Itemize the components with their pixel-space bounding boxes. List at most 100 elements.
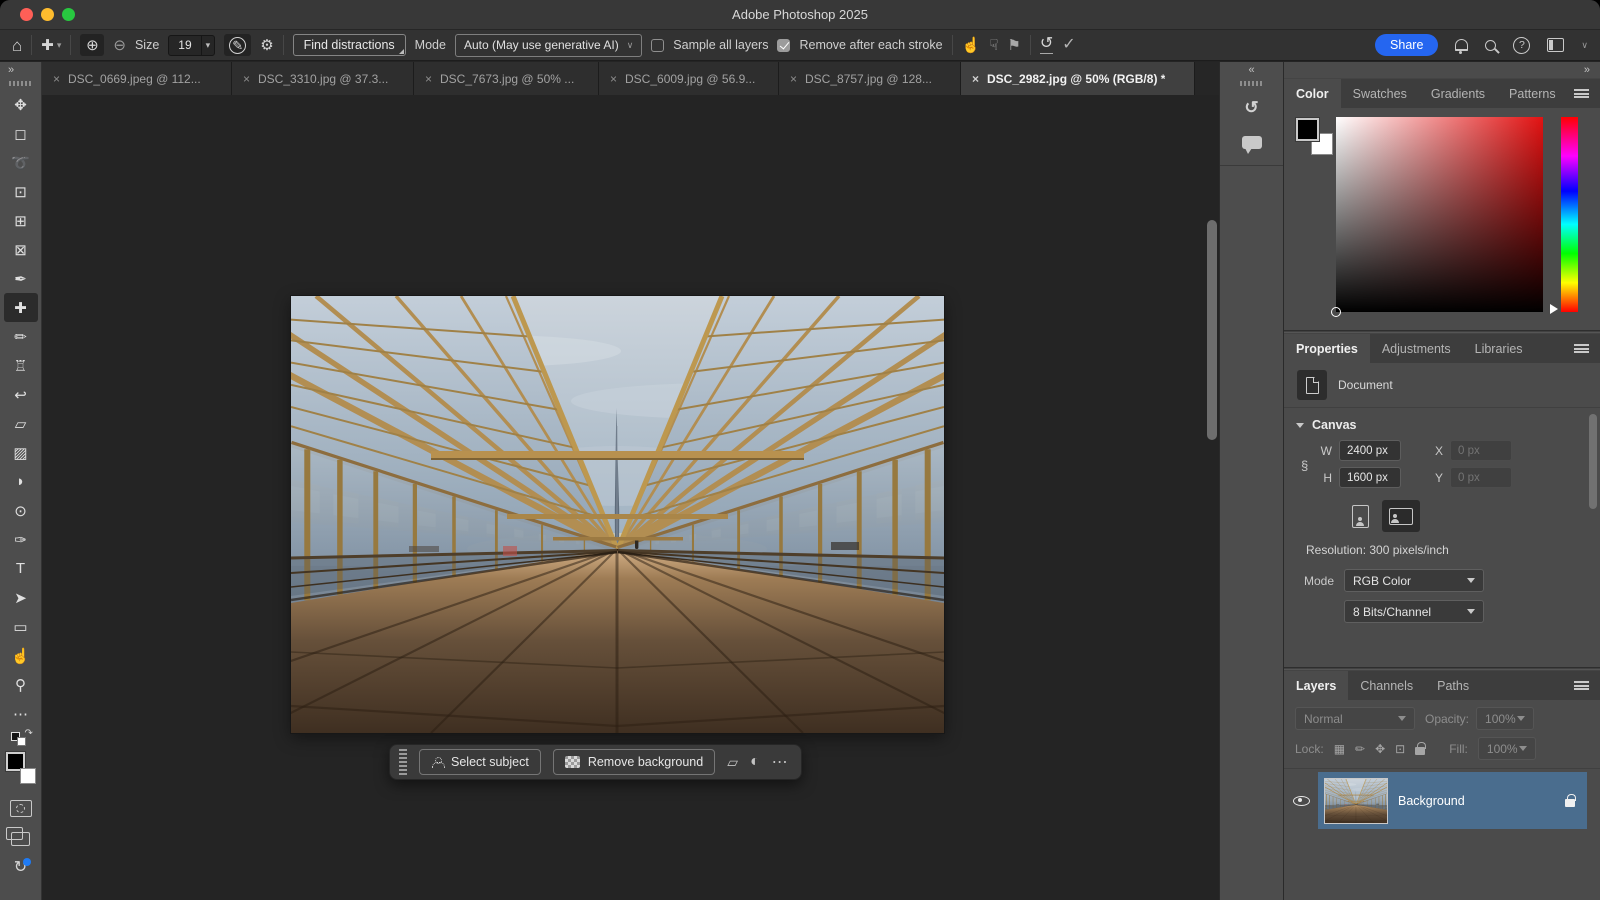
commit-check-icon[interactable]: ✓ — [1062, 37, 1075, 53]
tab-close-icon[interactable]: × — [790, 72, 797, 86]
eraser-tool[interactable]: ▱ — [4, 409, 38, 438]
expand-panels-button[interactable]: » — [1284, 62, 1600, 78]
document-tab[interactable]: ×DSC_6009.jpg @ 56.9... — [599, 62, 779, 95]
thumbs-down-icon[interactable]: ☟ — [989, 38, 998, 53]
panel-menu-button[interactable] — [1574, 671, 1600, 700]
canvas-vertical-scrollbar[interactable] — [1207, 220, 1217, 440]
chevron-down-icon[interactable]: ∨ — [1581, 40, 1588, 51]
transform-icon[interactable]: ▱ — [727, 754, 738, 771]
home-icon[interactable]: ⌂ — [12, 37, 22, 54]
reset-icon[interactable]: ↺ — [1040, 36, 1053, 54]
flag-icon[interactable]: ⚑ — [1007, 38, 1020, 53]
tab-close-icon[interactable]: × — [972, 72, 979, 86]
lock-position-icon[interactable]: ✥ — [1375, 743, 1385, 755]
document-tab[interactable]: ×DSC_3310.jpg @ 37.3... — [232, 62, 414, 95]
help-icon[interactable]: ? — [1513, 37, 1530, 54]
rail-grip[interactable] — [1240, 81, 1264, 86]
object-selection-tool[interactable]: ⊡ — [4, 177, 38, 206]
frame-tool[interactable]: ⊠ — [4, 235, 38, 264]
layer-thumbnail[interactable] — [1325, 779, 1387, 823]
panel-menu-button[interactable] — [1574, 79, 1600, 108]
hue-slider-cursor[interactable] — [1550, 304, 1558, 314]
properties-tab-libraries[interactable]: Libraries — [1463, 334, 1535, 363]
adjustment-contrast-icon[interactable]: ◐ — [750, 753, 760, 771]
more-tools[interactable]: ⋯ — [4, 699, 38, 728]
workspace-panel-icon[interactable] — [1547, 38, 1564, 52]
sample-all-layers-checkbox[interactable] — [651, 39, 664, 52]
color-field-cursor[interactable] — [1331, 307, 1341, 317]
clone-stamp-tool[interactable]: ♖ — [4, 351, 38, 380]
link-dimensions-icon[interactable]: § — [1301, 458, 1308, 473]
mini-color-swatches[interactable]: ↷ — [11, 732, 31, 746]
zoom-window-button[interactable] — [62, 8, 75, 21]
document-type-button[interactable] — [1297, 370, 1327, 400]
color-tab-color[interactable]: Color — [1284, 79, 1341, 108]
foreground-color-swatch[interactable] — [1296, 118, 1319, 141]
portrait-orientation-button[interactable] — [1346, 500, 1374, 532]
panel-scrollbar[interactable] — [1589, 414, 1597, 509]
version-history-icon[interactable]: ↺ — [1244, 98, 1258, 118]
comments-icon[interactable] — [1242, 136, 1262, 149]
bit-depth-select[interactable]: 8 Bits/Channel — [1344, 600, 1484, 623]
lock-artboard-icon[interactable]: ⊡ — [1395, 743, 1405, 755]
lock-paint-icon[interactable]: ✏ — [1355, 743, 1365, 755]
quick-mask-button[interactable] — [10, 800, 32, 817]
collapse-panels-button[interactable]: « — [1248, 62, 1254, 78]
move-tool[interactable]: ✥ — [4, 90, 38, 119]
properties-tab-adjustments[interactable]: Adjustments — [1370, 334, 1463, 363]
active-tool-icon[interactable]: ✚ ▾ — [41, 38, 61, 53]
color-swatches[interactable] — [6, 752, 36, 784]
gear-icon[interactable]: ⚙ — [260, 38, 273, 53]
pen-tool[interactable]: ✑ — [4, 525, 38, 554]
remove-after-each-stroke-checkbox[interactable] — [777, 39, 790, 52]
shape-tool[interactable]: ▭ — [4, 612, 38, 641]
color-panel-swatches[interactable] — [1296, 118, 1336, 158]
more-options-icon[interactable]: ⋯ — [772, 752, 788, 772]
toolbar-grip[interactable] — [9, 81, 33, 86]
brush-tool[interactable]: ✏ — [4, 322, 38, 351]
tab-close-icon[interactable]: × — [610, 72, 617, 86]
panel-menu-button[interactable] — [1574, 334, 1600, 363]
brush-size-input[interactable]: 19 ▾ — [168, 35, 215, 56]
hue-slider[interactable] — [1561, 117, 1578, 312]
layers-tab-channels[interactable]: Channels — [1348, 671, 1425, 700]
blur-tool[interactable]: ◗ — [4, 467, 38, 496]
search-icon[interactable] — [1485, 40, 1496, 51]
canvas-area[interactable]: Select subject Remove background ▱ ◐ ⋯ — [42, 95, 1219, 900]
zoom-tool[interactable]: ⚲ — [4, 670, 38, 699]
find-distractions-button[interactable]: Find distractions — [293, 34, 406, 56]
landscape-orientation-button[interactable] — [1382, 500, 1420, 532]
thumbs-up-icon[interactable]: ☝ — [962, 38, 981, 53]
select-subject-button[interactable]: Select subject — [419, 749, 541, 775]
saturation-brightness-field[interactable] — [1336, 117, 1543, 312]
lock-all-icon[interactable] — [1415, 747, 1425, 755]
rotate-view-button[interactable]: ↻ — [14, 860, 27, 876]
document-canvas[interactable] — [291, 296, 944, 733]
remove-background-button[interactable]: Remove background — [553, 749, 715, 775]
width-field[interactable]: 2400 px — [1339, 440, 1401, 461]
tab-close-icon[interactable]: × — [243, 72, 250, 86]
history-brush-tool[interactable]: ↩ — [4, 380, 38, 409]
color-tab-patterns[interactable]: Patterns — [1497, 79, 1568, 108]
tab-close-icon[interactable]: × — [425, 72, 432, 86]
height-field[interactable]: 1600 px — [1339, 467, 1401, 488]
layers-tab-layers[interactable]: Layers — [1284, 671, 1348, 700]
document-tab[interactable]: ×DSC_0669.jpeg @ 112... — [42, 62, 232, 95]
color-mode-select[interactable]: RGB Color — [1344, 569, 1484, 592]
path-selection-tool[interactable]: ➤ — [4, 583, 38, 612]
screen-mode-button[interactable] — [11, 832, 30, 846]
document-tab[interactable]: ×DSC_7673.jpg @ 50% ... — [414, 62, 599, 95]
eyedropper-tool[interactable]: ✒ — [4, 264, 38, 293]
color-tab-gradients[interactable]: Gradients — [1419, 79, 1497, 108]
crop-tool[interactable]: ⊞ — [4, 206, 38, 235]
hand-tool[interactable]: ☝ — [4, 641, 38, 670]
mode-select[interactable]: Auto (May use generative AI) ∨ — [455, 34, 642, 57]
share-button[interactable]: Share — [1375, 34, 1438, 56]
background-color-swatch[interactable] — [20, 768, 36, 784]
selected-layer[interactable]: Background — [1318, 772, 1587, 829]
gradient-tool[interactable]: ▨ — [4, 438, 38, 467]
type-tool[interactable]: T — [4, 554, 38, 583]
marquee-tool[interactable]: ◻ — [4, 119, 38, 148]
spot-healing-brush-tool[interactable]: ✚ — [4, 293, 38, 322]
subtract-from-selection-button[interactable]: ⊖ — [113, 36, 126, 54]
